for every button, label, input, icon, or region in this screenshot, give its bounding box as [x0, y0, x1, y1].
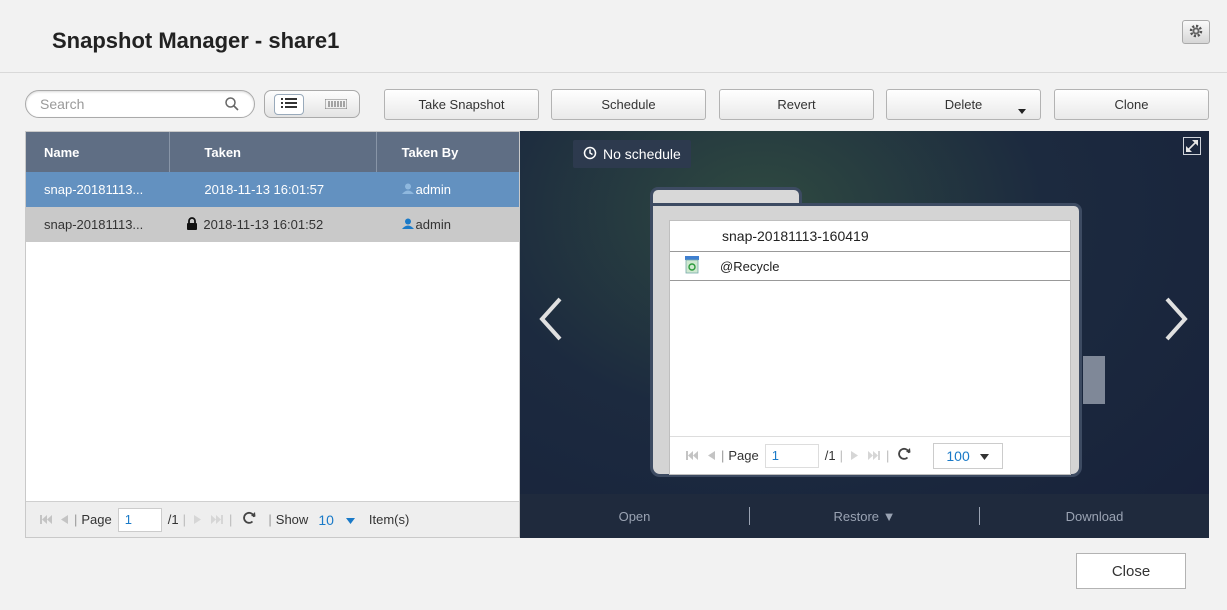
- list-pager: | Page 1 /1 | | | Show 10 Item(s): [26, 501, 519, 537]
- schedule-button[interactable]: Schedule: [551, 89, 706, 120]
- table-row[interactable]: snap-20181113... 2018-11-13 16:01:57 adm…: [26, 172, 519, 207]
- first-page-icon[interactable]: [686, 448, 698, 463]
- next-snapshot-arrow[interactable]: [1163, 291, 1189, 351]
- close-button[interactable]: Close: [1076, 553, 1186, 589]
- items-per-page-value: 10: [318, 511, 334, 528]
- pager-separator: |: [182, 512, 186, 527]
- refresh-icon[interactable]: [897, 447, 911, 464]
- background-snapshot-card: [1083, 356, 1105, 404]
- pager-separator: |: [721, 448, 725, 463]
- pager-separator: |: [229, 512, 233, 527]
- snapshot-taken-by-cell: admin: [377, 207, 519, 242]
- header: Snapshot Manager - share1: [0, 0, 1227, 72]
- snapshot-list-pane: Name Taken Taken By snap-20181113... 201…: [25, 131, 520, 538]
- schedule-status-badge: No schedule: [573, 140, 691, 168]
- search-icon[interactable]: [224, 96, 240, 115]
- recycle-bin-icon: [684, 255, 700, 277]
- snapshot-taken-by-cell: admin: [377, 172, 519, 207]
- list-item[interactable]: @Recycle: [670, 251, 1070, 281]
- caret-down-icon: [979, 448, 989, 463]
- open-button[interactable]: Open: [520, 509, 749, 524]
- prev-page-icon[interactable]: [708, 448, 715, 463]
- list-view-button[interactable]: [265, 91, 312, 117]
- search-box[interactable]: [25, 90, 255, 118]
- search-input[interactable]: [40, 96, 220, 112]
- delete-button-label: Delete: [944, 97, 983, 112]
- snapshot-taken-by: admin: [415, 182, 451, 197]
- download-button[interactable]: Download: [980, 509, 1209, 524]
- items-per-page-select[interactable]: 10: [318, 512, 355, 528]
- snapshot-preview-pane: No schedule snap-20181113-160419 @Recycl…: [520, 131, 1209, 538]
- pager-separator: |: [886, 448, 890, 463]
- snapshot-folder-card: snap-20181113-160419 @Recycle | Page 1 /…: [650, 187, 1082, 477]
- page-total: /1: [824, 448, 836, 463]
- prev-page-icon[interactable]: [61, 512, 68, 527]
- per-page-value: 100: [946, 447, 970, 464]
- list-view-icon: [273, 93, 304, 115]
- column-header-name[interactable]: Name: [26, 132, 171, 172]
- snapshot-taken: 2018-11-13 16:01:52: [203, 217, 324, 232]
- snapshot-name: snap-20181113...: [44, 217, 144, 232]
- first-page-icon[interactable]: [40, 512, 52, 527]
- last-page-icon[interactable]: [211, 512, 223, 527]
- item-name: @Recycle: [720, 258, 780, 274]
- schedule-status-text: No schedule: [603, 146, 681, 162]
- delete-button[interactable]: Delete: [886, 89, 1041, 120]
- snapshot-file-browser: snap-20181113-160419 @Recycle | Page 1 /…: [669, 220, 1071, 475]
- snapshot-taken-cell: 2018-11-13 16:01:52: [170, 207, 376, 242]
- page-input[interactable]: 1: [764, 443, 819, 468]
- user-icon: [401, 182, 414, 197]
- page-label: Page: [81, 512, 112, 527]
- view-toggle: [264, 90, 360, 118]
- column-header-taken[interactable]: Taken: [170, 132, 377, 172]
- clone-button[interactable]: Clone: [1054, 89, 1209, 120]
- pager-separator: |: [839, 448, 843, 463]
- lock-icon: [186, 216, 198, 233]
- gear-icon: [1188, 23, 1204, 42]
- next-page-icon[interactable]: [851, 448, 858, 463]
- snapshot-title: snap-20181113-160419: [722, 228, 869, 244]
- page-label: Page: [728, 448, 759, 463]
- previous-snapshot-arrow[interactable]: [538, 291, 564, 351]
- user-icon: [401, 217, 414, 232]
- per-page-select[interactable]: 100: [933, 442, 1004, 469]
- pager-separator: |: [268, 512, 272, 527]
- caret-down-icon: [1018, 102, 1026, 117]
- items-label: Item(s): [368, 512, 410, 527]
- header-divider: [0, 72, 1227, 73]
- clock-icon: [583, 146, 597, 163]
- table-row[interactable]: snap-20181113... 2018-11-13 16:01:52 adm…: [26, 207, 519, 242]
- take-snapshot-button[interactable]: Take Snapshot: [384, 89, 539, 120]
- show-label: Show: [275, 512, 309, 527]
- caret-down-icon: [345, 512, 355, 527]
- restore-button[interactable]: Restore ▼: [750, 509, 979, 524]
- snapshot-name: snap-20181113...: [44, 182, 144, 197]
- pager-separator: |: [74, 512, 78, 527]
- folder-body: snap-20181113-160419 @Recycle | Page 1 /…: [650, 203, 1082, 477]
- timeline-view-button[interactable]: [312, 91, 359, 117]
- column-header-taken-by[interactable]: Taken By: [377, 132, 519, 172]
- snapshot-taken-by: admin: [415, 217, 451, 232]
- table-header: Name Taken Taken By: [26, 132, 519, 172]
- last-page-icon[interactable]: [868, 448, 880, 463]
- snapshot-taken: 2018-11-13 16:01:57: [204, 182, 325, 197]
- window-title: Snapshot Manager - share1: [52, 28, 340, 53]
- browser-pager: | Page 1 /1 | | 100: [670, 436, 1070, 474]
- toolbar: Take Snapshot Schedule Revert Delete Clo…: [0, 88, 1227, 120]
- expand-icon[interactable]: [1183, 137, 1201, 158]
- preview-action-bar: Open Restore ▼ Download: [520, 494, 1209, 538]
- page-total: /1: [167, 512, 179, 527]
- next-page-icon[interactable]: [194, 512, 201, 527]
- revert-button[interactable]: Revert: [719, 89, 874, 120]
- page-input[interactable]: 1: [117, 507, 162, 532]
- refresh-icon[interactable]: [242, 511, 256, 528]
- settings-button[interactable]: [1182, 20, 1210, 44]
- timeline-view-icon: [324, 97, 347, 112]
